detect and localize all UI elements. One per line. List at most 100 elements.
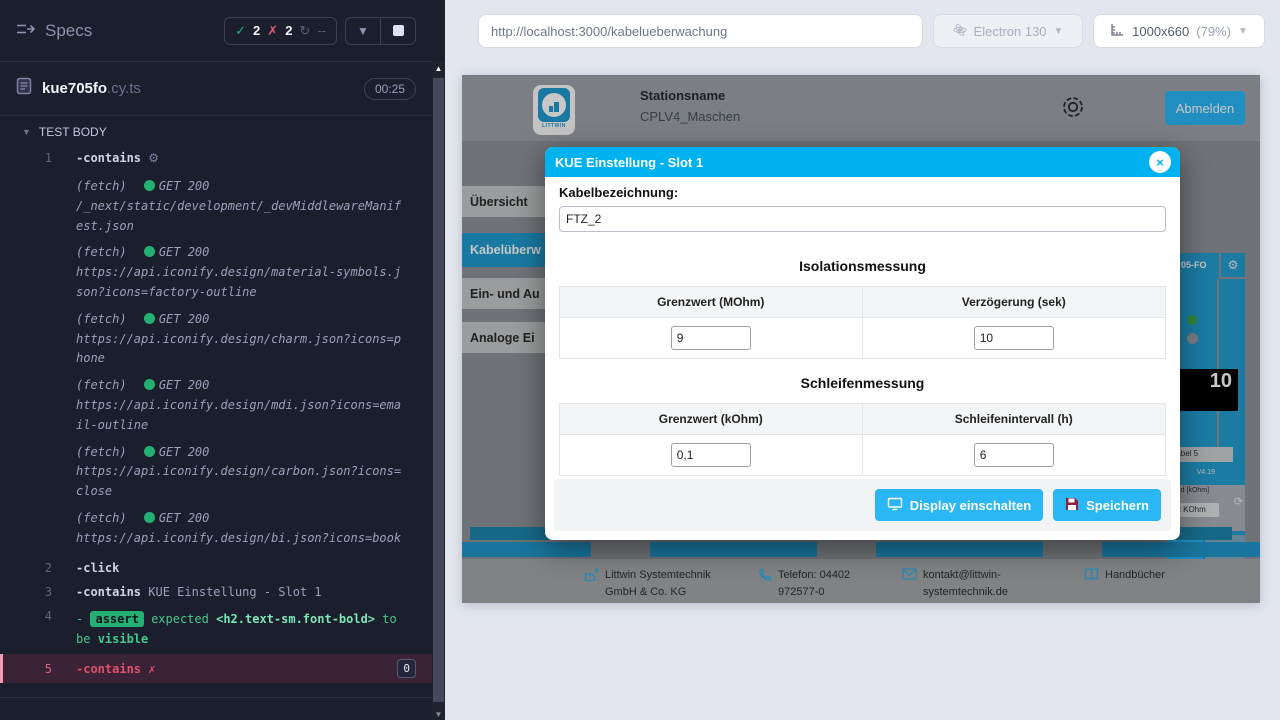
chevron-down-icon: ▼: [22, 127, 31, 137]
status-dot-icon: [144, 446, 155, 457]
step-number: 2: [0, 561, 52, 575]
fetch-label: (fetch): [76, 511, 127, 525]
assert-expected: visible: [98, 632, 149, 646]
collapse-button[interactable]: ▼: [346, 18, 380, 44]
step-number: 1: [0, 151, 52, 165]
fetch-label: (fetch): [76, 445, 127, 459]
fetch-label: (fetch): [76, 378, 127, 392]
fetch-url: https://api.iconify.design/charm.json?ic…: [76, 332, 401, 366]
spec-name: kue705fo: [42, 80, 107, 97]
fetch-url: /_next/static/development/_devMiddleware…: [76, 199, 401, 233]
fetch-label: (fetch): [76, 179, 127, 193]
iso-verzoegerung-input[interactable]: [974, 326, 1054, 350]
scroll-up-icon[interactable]: ▲: [432, 64, 445, 73]
save-label: Speichern: [1086, 498, 1149, 513]
command-name: -contains: [76, 585, 141, 599]
status-dot-icon: [144, 180, 155, 191]
assert-dash: -: [76, 612, 83, 626]
fetch-log-5[interactable]: (fetch) GET 200 https://api.iconify.desi…: [76, 443, 406, 502]
reporter-scrollbar: ▲ ▼: [432, 0, 445, 720]
scrollbar-thumb[interactable]: [433, 78, 444, 702]
status-dot-icon: [144, 512, 155, 523]
fetch-status: GET 200: [159, 511, 210, 525]
viewport-select[interactable]: 1000x660 (79%) ▼: [1093, 14, 1265, 48]
fetch-log-3[interactable]: (fetch) GET 200 https://api.iconify.desi…: [76, 310, 406, 369]
display-icon: [887, 497, 903, 514]
fetch-status: GET 200: [159, 179, 210, 193]
display-on-button[interactable]: Display einschalten: [875, 489, 1043, 521]
status-dot-icon: [144, 246, 155, 257]
pending-count: --: [317, 23, 326, 38]
fetch-status: GET 200: [159, 445, 210, 459]
close-icon[interactable]: ×: [1149, 151, 1171, 173]
step-number: 3: [0, 585, 52, 599]
passed-count: 2: [253, 23, 260, 38]
gear-icon: ⚙: [148, 151, 159, 165]
stop-icon: [393, 25, 404, 36]
url-bar[interactable]: [478, 14, 923, 48]
ruler-icon: [1110, 23, 1125, 40]
command-name: -click: [76, 561, 119, 575]
save-button[interactable]: Speichern: [1053, 489, 1161, 521]
isolation-heading: Isolationsmessung: [559, 258, 1166, 274]
fetch-status: GET 200: [159, 245, 210, 259]
app-under-test: LITTWIN Stationsname CPLV4_Maschen Abmel…: [462, 75, 1260, 603]
aut-topbar: Electron 130 ▼ 1000x660 (79%) ▼: [445, 0, 1280, 62]
specs-title[interactable]: Specs: [45, 21, 92, 41]
column-header: Grenzwert (MOhm): [560, 287, 863, 317]
reporter-header: Specs ✓ 2 ✗ 2 ↻ -- ▼: [0, 0, 432, 62]
command-row-1[interactable]: 1 -contains ⚙: [0, 146, 432, 170]
scrollbar-track[interactable]: ▲ ▼: [432, 62, 445, 720]
spec-file-icon: [16, 77, 32, 100]
chevron-down-icon: ▼: [1054, 26, 1064, 37]
column-header: Verzögerung (sek): [863, 287, 1166, 317]
fetch-log-6[interactable]: (fetch) GET 200 https://api.iconify.desi…: [76, 509, 406, 549]
loop-intervall-input[interactable]: [974, 443, 1054, 467]
cable-name-input[interactable]: [559, 206, 1166, 232]
fetch-log-1[interactable]: (fetch) GET 200 /_next/static/developmen…: [76, 177, 406, 236]
command-row-3[interactable]: 3 -contains KUE Einstellung - Slot 1: [0, 580, 432, 604]
passed-icon: ✓: [235, 23, 246, 39]
cable-name-label: Kabelbezeichnung:: [559, 185, 1166, 200]
fetch-status: GET 200: [159, 312, 210, 326]
test-stats: ✓ 2 ✗ 2 ↻ --: [224, 17, 337, 45]
save-floppy-icon: [1065, 497, 1079, 514]
fetch-url: https://api.iconify.design/material-symb…: [76, 265, 401, 299]
command-row-2[interactable]: 2 -click: [0, 556, 432, 580]
failed-icon: ✗: [267, 23, 278, 39]
loop-grenzwert-input[interactable]: [671, 443, 751, 467]
fetch-log-2[interactable]: (fetch) GET 200 https://api.iconify.desi…: [76, 243, 406, 302]
fetch-label: (fetch): [76, 312, 127, 326]
spec-timer: 00:25: [364, 78, 416, 100]
assert-text: expected: [151, 612, 209, 626]
fetch-label: (fetch): [76, 245, 127, 259]
test-body-toggle[interactable]: ▼ TEST BODY: [0, 116, 432, 146]
browser-select[interactable]: Electron 130 ▼: [933, 14, 1083, 48]
pending-icon: ↻: [299, 23, 310, 39]
iso-grenzwert-input[interactable]: [671, 326, 751, 350]
viewport-zoom: (79%): [1196, 24, 1231, 39]
fetch-status: GET 200: [159, 378, 210, 392]
stop-button[interactable]: [381, 18, 415, 44]
scroll-down-icon[interactable]: ▼: [432, 710, 445, 719]
fail-count-badge: 0: [397, 659, 416, 678]
command-arg: KUE Einstellung - Slot 1: [148, 585, 321, 599]
fetch-log-4[interactable]: (fetch) GET 200 https://api.iconify.desi…: [76, 376, 406, 435]
spec-file-row[interactable]: kue705fo.cy.ts 00:25: [0, 62, 432, 116]
command-name: -contains: [76, 151, 141, 165]
specs-toggle-icon[interactable]: [16, 21, 35, 41]
modal-titlebar: KUE Einstellung - Slot 1: [545, 147, 1180, 177]
url-input[interactable]: [491, 24, 910, 39]
cypress-reporter: Specs ✓ 2 ✗ 2 ↻ -- ▼: [0, 0, 432, 720]
modal-footer: Display einschalten Speichern: [554, 479, 1171, 531]
browser-label: Electron 130: [974, 24, 1047, 39]
column-header: Schleifenintervall (h): [863, 404, 1166, 434]
aut-panel: Electron 130 ▼ 1000x660 (79%) ▼ LITTWIN: [445, 0, 1280, 720]
test-body-label: TEST BODY: [39, 125, 107, 139]
command-row-4[interactable]: 4 - assert expected <h2.text-sm.font-bol…: [0, 604, 432, 655]
modal-title: KUE Einstellung - Slot 1: [555, 155, 703, 170]
fetch-url: https://api.iconify.design/mdi.json?icon…: [76, 398, 401, 432]
electron-icon: [953, 23, 967, 40]
step-number: 4: [0, 609, 52, 650]
command-row-5-failed[interactable]: 5 -contains ✗ 0: [0, 654, 432, 683]
